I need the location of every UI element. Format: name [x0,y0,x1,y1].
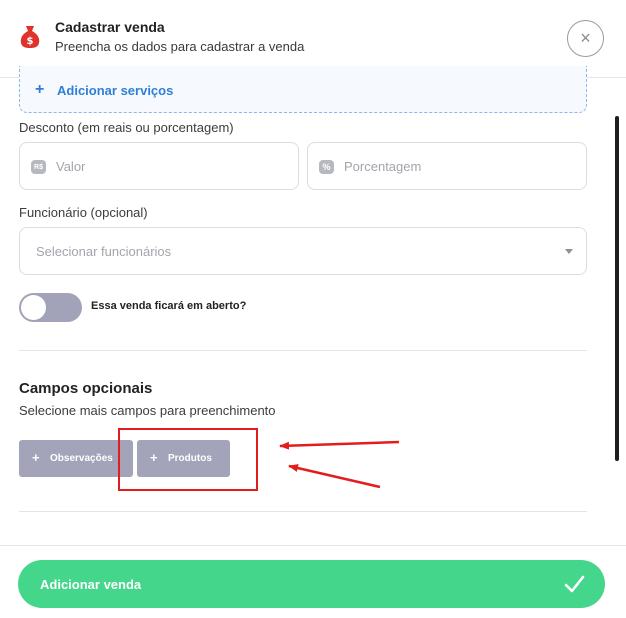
add-services-label: Adicionar serviços [57,83,174,98]
footer-divider [0,545,626,546]
discount-percent-input[interactable]: % Porcentagem [307,142,587,190]
add-services-button[interactable]: + Adicionar serviços [19,66,587,113]
section-divider [19,350,587,351]
currency-icon: R$ [31,160,46,174]
add-observations-button[interactable]: + Observações [19,440,133,477]
optional-fields-title: Campos opcionais [19,380,153,397]
add-sale-label: Adicionar venda [40,577,142,592]
discount-percent-placeholder: Porcentagem [344,159,422,174]
svg-text:$: $ [27,36,34,47]
close-icon: × [580,28,591,48]
discount-label: Desconto (em reais ou porcentagem) [19,120,234,135]
scrollbar-thumb[interactable] [615,116,619,461]
employee-label: Funcionário (opcional) [19,205,148,220]
modal-title: Cadastrar venda [55,19,165,35]
check-icon [564,575,585,593]
percent-icon: % [319,160,334,174]
add-sale-button[interactable]: Adicionar venda [18,560,605,608]
toggle-knob [21,295,46,320]
section-divider [19,511,587,512]
optional-fields-subtitle: Selecione mais campos para preenchimento [19,403,276,418]
caret-down-icon [565,249,573,254]
discount-value-input[interactable]: R$ Valor [19,142,299,190]
employee-placeholder: Selecionar funcionários [36,244,172,259]
employee-select[interactable]: Selecionar funcionários [19,227,587,275]
plus-icon: + [32,450,40,465]
open-sale-toggle[interactable] [19,293,82,322]
close-button[interactable]: × [567,20,604,57]
modal-subtitle: Preencha os dados para cadastrar a venda [55,39,305,54]
annotation-arrow-1 [279,440,400,450]
money-bag-icon: $ [20,26,40,48]
open-sale-label: Essa venda ficará em aberto? [91,300,247,312]
annotation-arrow-2 [288,464,381,489]
add-observations-label: Observações [50,453,113,464]
discount-value-placeholder: Valor [56,159,86,174]
plus-icon: + [35,81,45,98]
annotation-highlight-box [118,428,258,491]
